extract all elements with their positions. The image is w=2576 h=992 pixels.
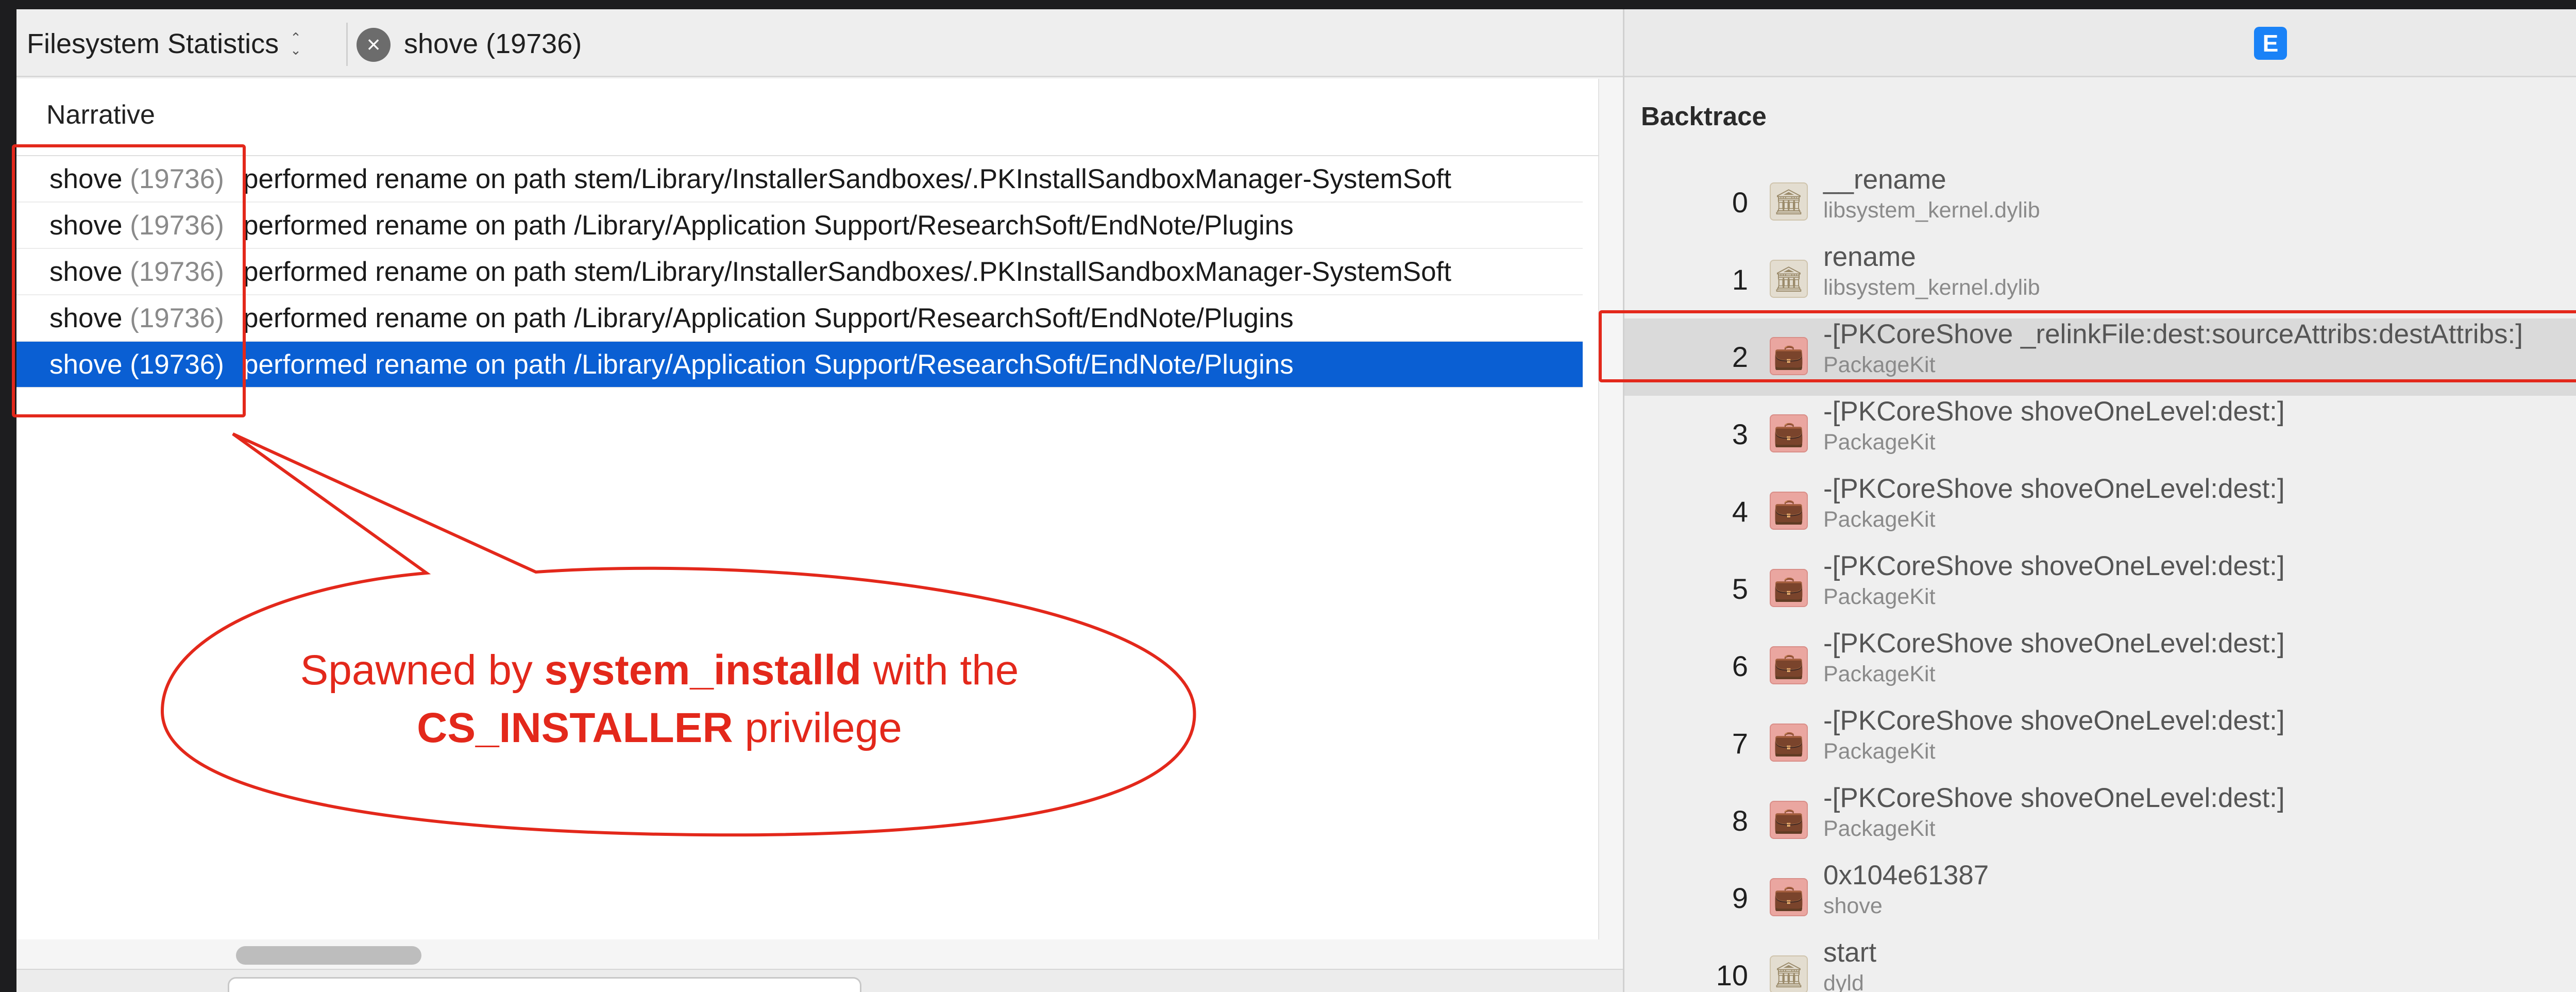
clear-filter-icon[interactable]: × <box>357 28 391 62</box>
toolbar-separator <box>346 23 348 66</box>
app-icon: 💼 <box>1770 414 1808 452</box>
backtrace-frame[interactable]: 5 💼 -[PKCoreShove shoveOneLevel:dest:] Pack… <box>1624 550 2576 628</box>
detail-filter-input[interactable] <box>228 977 861 992</box>
instrument-label: Filesystem Statistics <box>27 28 279 59</box>
frame-library: PackageKit <box>1823 430 1936 455</box>
frame-index: 1 <box>1732 263 1748 296</box>
frame-library: PackageKit <box>1823 739 1936 764</box>
app-icon: 💼 <box>1770 569 1808 607</box>
callout-line1-pre: Spawned by <box>300 647 545 694</box>
table-row[interactable]: shove (19736) performed rename on path /L… <box>16 203 1583 249</box>
callout-line1-bold: system_installd <box>544 647 861 694</box>
frame-library: PackageKit <box>1823 507 1936 532</box>
narrative-table: Narrative shove (19736) performed rename … <box>16 79 1599 939</box>
frame-index: 10 <box>1716 959 1748 991</box>
frame-symbol: 0x104e61387 <box>1823 860 1989 890</box>
callout-line2-bold: CS_INSTALLER <box>417 704 733 751</box>
frame-highlight <box>1599 310 2576 382</box>
backtrace-frame[interactable]: 4 💼 -[PKCoreShove shoveOneLevel:dest:] Pack… <box>1624 473 2576 550</box>
frame-symbol: __rename <box>1823 164 1946 195</box>
backtrace-frame[interactable]: 6 💼 -[PKCoreShove shoveOneLevel:dest:] Pack… <box>1624 628 2576 705</box>
frame-index: 6 <box>1732 650 1748 682</box>
frame-index: 4 <box>1732 495 1748 528</box>
frame-library: dyld <box>1823 971 1864 992</box>
backtrace-frame[interactable]: 1 🏛 rename libsystem_kernel.dylib <box>1624 241 2576 318</box>
frame-index: 5 <box>1732 573 1748 605</box>
backtrace-title: Backtrace <box>1641 102 1767 131</box>
process-column-highlight <box>12 144 246 417</box>
app-icon: 💼 <box>1770 878 1808 916</box>
extended-detail-pane: E Backtrace 0 🏛 __rename libsystem_kernel.d… <box>1624 9 2576 992</box>
callout-text: Spawned by system_installd with the CS_I… <box>196 642 1123 757</box>
library-icon: 🏛 <box>1770 260 1808 298</box>
library-icon: 🏛 <box>1770 182 1808 221</box>
detail-pane: Filesystem Statistics ⌃ ⌄ × shove (19736)… <box>16 9 1623 992</box>
instrument-selector[interactable]: Filesystem Statistics ⌃ ⌄ <box>27 25 301 63</box>
backtrace-frame[interactable]: 0 🏛 __rename libsystem_kernel.dylib <box>1624 164 2576 241</box>
frame-symbol: -[PKCoreShove shoveOneLevel:dest:] <box>1823 628 2285 659</box>
frame-index: 9 <box>1732 882 1748 914</box>
frame-symbol: -[PKCoreShove shoveOneLevel:dest:] <box>1823 551 2285 581</box>
backtrace-frames: 0 🏛 __rename libsystem_kernel.dylib 1 🏛 rename… <box>1624 164 2576 992</box>
extended-detail-icon[interactable]: E <box>2254 27 2287 60</box>
frame-index: 8 <box>1732 804 1748 837</box>
narrative-column-header[interactable]: Narrative <box>46 99 155 130</box>
table-row[interactable]: shove (19736) performed rename on path st… <box>16 156 1583 203</box>
callout-line1-post: with the <box>861 647 1019 694</box>
frame-library: libsystem_kernel.dylib <box>1823 275 2040 300</box>
horizontal-scrollbar[interactable] <box>236 946 421 965</box>
backtrace-frame[interactable]: 10 🏛 start dyld <box>1624 937 2576 992</box>
chevron-updown-icon: ⌃ ⌄ <box>290 30 301 58</box>
backtrace-frame[interactable]: 3 💼 -[PKCoreShove shoveOneLevel:dest:] Pack… <box>1624 396 2576 473</box>
frame-symbol: -[PKCoreShove shoveOneLevel:dest:] <box>1823 783 2285 813</box>
table-row[interactable]: shove (19736) performed rename on path st… <box>16 249 1583 295</box>
table-row[interactable]: shove (19736) performed rename on path /L… <box>16 342 1583 388</box>
frame-symbol: -[PKCoreShove shoveOneLevel:dest:] <box>1823 474 2285 504</box>
detail-filter-bar <box>16 969 1623 992</box>
backtrace-frame[interactable]: 9 💼 0x104e61387 shove <box>1624 860 2576 937</box>
narrative-rows: shove (19736) performed rename on path st… <box>16 156 1583 388</box>
app-icon: 💼 <box>1770 801 1808 839</box>
frame-index: 7 <box>1732 727 1748 760</box>
frame-library: PackageKit <box>1823 662 1936 686</box>
app-icon: 💼 <box>1770 646 1808 684</box>
library-icon: 🏛 <box>1770 955 1808 992</box>
table-row[interactable]: shove (19736) performed rename on path /L… <box>16 295 1583 342</box>
callout-line2-post: privilege <box>733 704 902 751</box>
instruments-window: Filesystem Statistics ⌃ ⌄ × shove (19736)… <box>16 9 2576 992</box>
frame-library: libsystem_kernel.dylib <box>1823 198 2040 223</box>
frame-index: 0 <box>1732 186 1748 218</box>
frame-symbol: -[PKCoreShove shoveOneLevel:dest:] <box>1823 705 2285 736</box>
frame-symbol: -[PKCoreShove shoveOneLevel:dest:] <box>1823 396 2285 427</box>
frame-library: PackageKit <box>1823 584 1936 609</box>
frame-library: PackageKit <box>1823 816 1936 841</box>
process-filter-label: shove (19736) <box>404 28 582 59</box>
frame-symbol: start <box>1823 937 1877 968</box>
app-icon: 💼 <box>1770 492 1808 530</box>
narrative-text: performed rename on path /Library/Applic… <box>243 210 1294 241</box>
backtrace-frame[interactable]: 7 💼 -[PKCoreShove shoveOneLevel:dest:] Pack… <box>1624 705 2576 782</box>
narrative-text: performed rename on path /Library/Applic… <box>243 302 1294 333</box>
narrative-text: performed rename on path stem/Library/In… <box>243 256 1451 287</box>
narrative-text: performed rename on path /Library/Applic… <box>243 349 1294 380</box>
frame-library: shove <box>1823 894 1883 918</box>
detail-toolbar: Filesystem Statistics ⌃ ⌄ × shove (19736) <box>16 9 1623 77</box>
app-icon: 💼 <box>1770 724 1808 762</box>
extended-detail-toolbar: E <box>1624 9 2576 77</box>
backtrace-frame[interactable]: 8 💼 -[PKCoreShove shoveOneLevel:dest:] Pack… <box>1624 782 2576 860</box>
narrative-text: performed rename on path stem/Library/In… <box>243 163 1451 194</box>
frame-symbol: rename <box>1823 242 1916 272</box>
frame-index: 3 <box>1732 418 1748 450</box>
